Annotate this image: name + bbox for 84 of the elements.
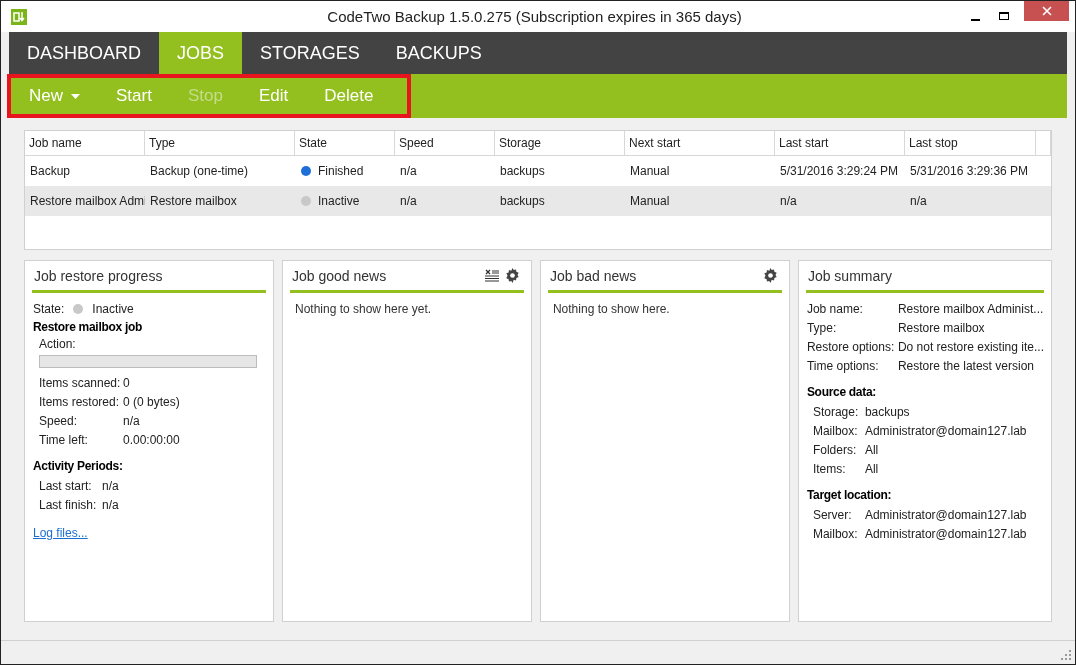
section-heading: Restore mailbox job <box>33 319 143 336</box>
field-label: Type: <box>806 320 838 335</box>
nav-tab[interactable]: BACKUPS <box>377 32 500 74</box>
settings-icon[interactable] <box>504 268 520 283</box>
field-label: Time left: <box>39 432 89 447</box>
panel-title: Job restore progress <box>34 267 163 284</box>
window-title: CodeTwo Backup 1.5.0.275 (Subscription expires in 365 days) <box>326 8 743 25</box>
field-label: State: <box>33 301 65 316</box>
field-label: Folders: <box>812 442 858 457</box>
field-value: 0 <box>123 375 130 390</box>
field-value: backups <box>864 404 910 419</box>
table-cell: backups <box>500 164 545 178</box>
table-cell: 5/31/2016 3:29:24 PM <box>780 164 899 178</box>
column-header[interactable]: Speed <box>395 131 495 156</box>
field-label: Server: <box>812 507 853 522</box>
table-cell: Restore mailbox <box>150 194 237 208</box>
column-header[interactable]: Storage <box>495 131 625 156</box>
resize-grip-icon[interactable] <box>1061 650 1071 660</box>
table-cell: Inactive <box>318 194 360 208</box>
nav-tab[interactable]: STORAGES <box>242 32 378 74</box>
table-row[interactable]: Restore mailbox Admi Restore mailbox Inactive n/a backups Manual n/a n/a <box>25 186 1051 216</box>
table-cell: Restore mailbox Admi <box>30 194 145 208</box>
panel-title: Job bad news <box>549 267 637 284</box>
field-label: Mailbox: <box>812 423 859 438</box>
field-label: Items scanned: <box>39 375 122 390</box>
table-cell: 5/31/2016 3:29:36 PM <box>910 164 1029 178</box>
field-value: Administrator@domain127.lab <box>864 507 1027 522</box>
section-heading: Source data: <box>806 384 877 401</box>
empty-message: Nothing to show here. <box>551 301 671 318</box>
table-cell: Finished <box>318 164 364 178</box>
field-label: Storage: <box>812 404 860 419</box>
field-value: Inactive <box>92 301 134 316</box>
field-value: 0 (0 bytes) <box>123 394 180 409</box>
table-cell: n/a <box>400 194 417 208</box>
field-label: Mailbox: <box>812 526 859 541</box>
field-value: All <box>864 442 879 457</box>
table-cell: Manual <box>630 164 670 178</box>
column-header[interactable]: Type <box>145 131 295 156</box>
table-cell: backups <box>500 194 545 208</box>
field-label: Items restored: <box>39 394 121 409</box>
column-header[interactable]: Last start <box>775 131 905 156</box>
field-value: Administrator@domain127.lab <box>864 423 1027 438</box>
field-value: Administrator@domain127.lab <box>864 526 1027 541</box>
settings-icon[interactable] <box>762 268 778 283</box>
table-cell: Backup (one-time) <box>150 164 249 178</box>
close-icon <box>1040 5 1053 17</box>
field-value: Restore mailbox Administ... <box>897 301 1044 316</box>
column-header[interactable]: Job name <box>25 131 145 156</box>
field-label: Job name: <box>806 301 864 316</box>
column-header[interactable]: State <box>295 131 395 156</box>
caret-icon <box>71 93 80 99</box>
field-value: Restore mailbox <box>897 320 985 335</box>
panel-title: Job summary <box>807 267 892 284</box>
section-heading: Activity Periods: <box>33 458 124 475</box>
panel-title: Job good news <box>291 267 387 284</box>
nav-tab[interactable]: DASHBOARD <box>9 32 160 74</box>
table-cell: n/a <box>780 194 797 208</box>
table-cell: n/a <box>400 164 417 178</box>
field-label: Speed: <box>39 413 79 428</box>
field-value: All <box>864 461 879 476</box>
field-label: Restore options: <box>806 339 896 354</box>
field-label: Items: <box>812 461 847 476</box>
table-row[interactable]: Backup Backup (one-time) Finished n/a backups Manual 5/31/2016 3:29:24 PM 5/31/2016 3:29:36 PM <box>25 156 1051 186</box>
table-cell: n/a <box>910 194 927 208</box>
column-header[interactable]: Last stop <box>905 131 1036 156</box>
app-logo-icon <box>11 8 27 25</box>
clear-list-icon[interactable] <box>484 268 499 283</box>
field-value: n/a <box>123 413 140 428</box>
close-button[interactable] <box>1024 1 1069 21</box>
field-label: Time options: <box>806 358 880 373</box>
section-heading: Target location: <box>806 487 893 504</box>
field-label: Last start: <box>39 478 93 493</box>
field-label: Last finish: <box>39 497 98 512</box>
field-label: Action: <box>39 337 76 351</box>
table-cell: Backup <box>30 164 71 178</box>
empty-message: Nothing to show here yet. <box>293 301 433 318</box>
field-value: 0.00:00:00 <box>123 432 180 447</box>
column-header[interactable]: Next start <box>625 131 775 156</box>
field-value: n/a <box>102 478 119 493</box>
field-value: Do not restore existing ite... <box>897 339 1044 354</box>
field-value: n/a <box>102 497 119 512</box>
field-value: Restore the latest version <box>897 358 1034 373</box>
log-files-link[interactable]: Log files... <box>33 526 88 540</box>
table-cell: Manual <box>630 194 670 208</box>
